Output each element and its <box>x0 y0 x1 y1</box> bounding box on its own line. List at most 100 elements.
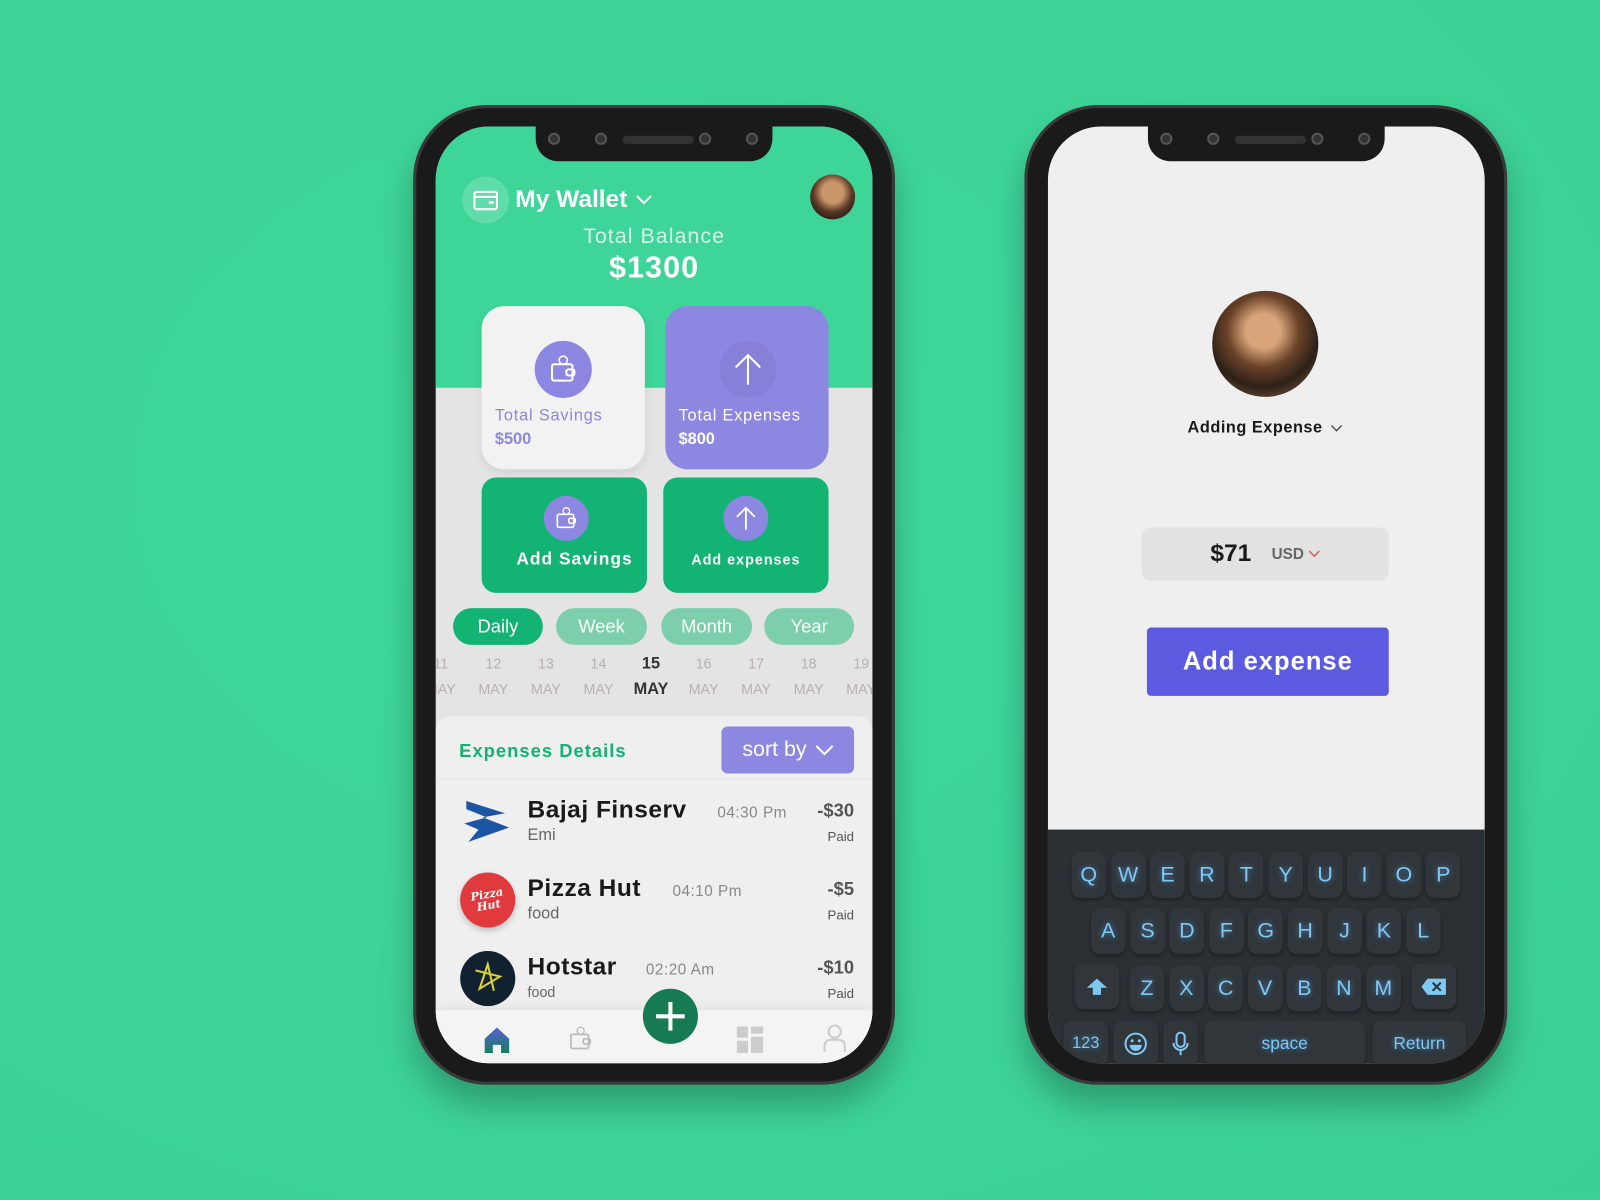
wallet-icon[interactable] <box>567 1024 594 1053</box>
user-avatar[interactable] <box>810 174 856 220</box>
expense-row[interactable]: Bajaj Finserv Emi 04:30 Pm -$30 Paid <box>436 790 873 861</box>
date-day: 12 <box>485 655 502 672</box>
expense-row[interactable]: Pizza Hut Pizza Hut food 04:10 Pm -$5 Pai… <box>436 868 873 939</box>
key-s[interactable]: S <box>1130 908 1165 955</box>
key-l[interactable]: L <box>1405 908 1441 955</box>
shift-key[interactable] <box>1074 963 1120 1010</box>
camera <box>1160 132 1173 145</box>
expense-time: 04:30 Pm <box>717 804 787 822</box>
key-y[interactable]: Y <box>1268 852 1304 898</box>
key-k[interactable]: K <box>1366 908 1402 955</box>
date-item[interactable]: 11 MAY <box>436 651 456 702</box>
date-month: MAY <box>688 680 719 697</box>
expense-name: Bajaj Finserv <box>527 795 687 824</box>
key-n[interactable]: N <box>1326 965 1362 1012</box>
date-day: 15 <box>641 655 661 673</box>
date-month: MAY <box>583 680 614 697</box>
period-month-tab[interactable]: Month <box>661 608 753 645</box>
currency-selector[interactable]: USD <box>1272 545 1321 563</box>
wallet-icon[interactable] <box>462 176 510 224</box>
total-balance-value: $1300 <box>608 251 700 285</box>
key-r[interactable]: R <box>1189 852 1225 898</box>
date-item[interactable]: 18 MAY <box>794 651 824 702</box>
arrow-up-icon <box>723 495 769 541</box>
sort-by-label: sort by <box>742 737 807 762</box>
backspace-key[interactable] <box>1411 963 1457 1010</box>
dashboard-icon[interactable] <box>736 1026 764 1054</box>
wallet-screen: My Wallet Total Balance $1300 Total Savi… <box>435 126 873 1064</box>
phone-notch <box>1147 126 1385 162</box>
period-year-tab[interactable]: Year <box>764 608 855 645</box>
profile-icon[interactable] <box>823 1024 846 1053</box>
amount-input[interactable]: $71 USD <box>1141 527 1389 581</box>
total-savings-value: $500 <box>494 430 532 448</box>
pizza-hut-logo-text: Pizza Hut <box>469 885 505 915</box>
total-expenses-card[interactable]: Total Expenses $800 <box>665 306 829 470</box>
date-day: 14 <box>590 655 607 672</box>
date-item[interactable]: 16 MAY <box>689 651 719 702</box>
microphone-key[interactable] <box>1163 1020 1198 1064</box>
speaker <box>622 135 694 144</box>
divider <box>435 778 873 780</box>
date-month: MAY <box>530 680 561 697</box>
date-item[interactable]: 14 MAY <box>584 651 614 702</box>
wallet-title: My Wallet <box>515 185 628 214</box>
total-savings-card[interactable]: Total Savings $500 <box>481 306 645 470</box>
wallet-coin-icon <box>534 340 592 398</box>
date-day: 11 <box>436 655 449 672</box>
chevron-down-icon <box>1331 424 1343 432</box>
expense-status: Paid <box>827 907 855 923</box>
key-u[interactable]: U <box>1307 852 1343 898</box>
camera <box>547 132 561 145</box>
bajaj-logo <box>460 794 515 849</box>
key-z[interactable]: Z <box>1129 965 1165 1012</box>
expense-name: Hotstar <box>527 953 617 981</box>
add-expenses-button[interactable]: Add expenses <box>663 477 829 593</box>
expense-type-label: Adding Expense <box>1187 419 1323 437</box>
key-b[interactable]: B <box>1287 965 1322 1012</box>
emoji-icon <box>1124 1032 1147 1055</box>
home-icon[interactable] <box>484 1027 511 1054</box>
space-key[interactable]: space <box>1204 1020 1366 1064</box>
date-day: 18 <box>800 655 817 672</box>
date-item[interactable]: 19 MAY <box>846 651 872 702</box>
key-e[interactable]: E <box>1150 852 1185 898</box>
sort-by-button[interactable]: sort by <box>721 726 855 774</box>
date-item[interactable]: 17 MAY <box>741 651 771 702</box>
key-c[interactable]: C <box>1208 965 1244 1012</box>
numbers-key[interactable]: 123 <box>1063 1020 1109 1064</box>
key-g[interactable]: G <box>1248 908 1284 955</box>
key-v[interactable]: V <box>1247 965 1283 1012</box>
key-m[interactable]: M <box>1365 965 1401 1012</box>
emoji-key[interactable] <box>1113 1020 1159 1064</box>
key-t[interactable]: T <box>1228 852 1264 898</box>
date-day: 19 <box>853 655 870 672</box>
date-item[interactable]: 15 MAY <box>634 651 669 702</box>
period-week-tab[interactable]: Week <box>556 608 647 645</box>
key-f[interactable]: F <box>1208 908 1244 955</box>
expense-category: food <box>527 905 560 923</box>
stage: My Wallet Total Balance $1300 Total Savi… <box>0 0 1600 1200</box>
key-p[interactable]: P <box>1425 852 1461 898</box>
key-d[interactable]: D <box>1169 908 1205 955</box>
expense-status: Paid <box>827 828 855 844</box>
amount-value: $71 <box>1210 539 1252 568</box>
return-key[interactable]: Return <box>1372 1020 1467 1064</box>
key-x[interactable]: X <box>1168 965 1204 1012</box>
key-w[interactable]: W <box>1110 852 1146 898</box>
expense-type-selector[interactable]: Adding Expense <box>1188 419 1343 437</box>
key-o[interactable]: O <box>1386 852 1422 898</box>
add-icon[interactable] <box>642 988 698 1044</box>
date-item[interactable]: 12 MAY <box>478 651 508 702</box>
add-savings-button[interactable]: Add Savings <box>481 477 647 593</box>
camera <box>1358 132 1371 145</box>
key-a[interactable]: A <box>1090 908 1126 955</box>
date-item[interactable]: 13 MAY <box>531 651 561 702</box>
add-expense-button[interactable]: Add expense <box>1146 627 1389 696</box>
wallet-selector[interactable]: My Wallet <box>515 186 652 215</box>
key-h[interactable]: H <box>1287 908 1323 955</box>
key-i[interactable]: I <box>1347 852 1382 898</box>
period-daily-tab[interactable]: Daily <box>453 608 543 645</box>
key-j[interactable]: J <box>1327 908 1362 955</box>
key-q[interactable]: Q <box>1071 852 1107 898</box>
